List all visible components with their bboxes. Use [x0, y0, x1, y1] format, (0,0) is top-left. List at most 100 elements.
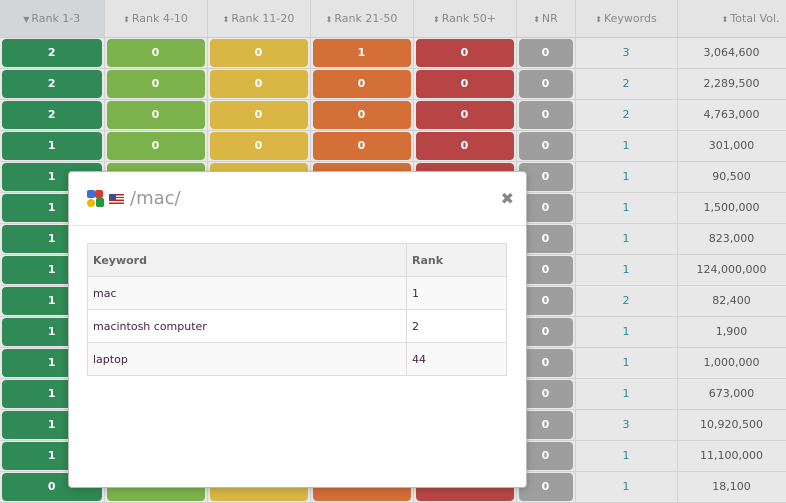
keywords-count[interactable]: 1 [575, 440, 678, 472]
keywords-count[interactable]: 3 [575, 37, 678, 69]
total-volume: 4,763,000 [677, 99, 786, 131]
nr-count[interactable]: 0 [518, 38, 573, 67]
keywords-count[interactable]: 1 [575, 378, 678, 410]
r1-count[interactable]: 2 [2, 100, 102, 129]
r21-count[interactable]: 0 [312, 131, 411, 160]
column-label: Rank 4-10 [131, 11, 188, 25]
r11-count[interactable]: 0 [209, 100, 308, 129]
table-row: laptop 44 [87, 342, 507, 376]
keyword-header[interactable]: Keyword [87, 243, 407, 277]
total-volume: 11,100,000 [677, 440, 786, 472]
r4-count[interactable]: 0 [106, 100, 205, 129]
keywords-count[interactable]: 1 [575, 347, 678, 379]
rank-cell: 0 [516, 130, 576, 162]
column-label: Rank 1-3 [31, 11, 81, 25]
nr-count[interactable]: 0 [518, 100, 573, 129]
r4-count[interactable]: 0 [106, 131, 205, 160]
sort-icon: ⬍ [123, 14, 130, 24]
keywords-count[interactable]: 1 [575, 223, 678, 255]
r1-count[interactable]: 2 [2, 69, 102, 98]
r50-count[interactable]: 0 [415, 100, 514, 129]
r11-count[interactable]: 0 [209, 38, 308, 67]
r50-count[interactable]: 0 [415, 69, 514, 98]
modal-header: /mac/ ✖ [69, 172, 526, 226]
rank-header[interactable]: Rank [406, 243, 507, 277]
rank-cell: 2 [0, 37, 105, 69]
keywords-count[interactable]: 1 [575, 161, 678, 193]
column-label: NR [541, 11, 558, 25]
keywords-count[interactable]: 1 [575, 471, 678, 503]
r50-count[interactable]: 0 [415, 131, 514, 160]
total-volume: 124,000,000 [677, 254, 786, 286]
rank-cell: 44 [406, 342, 507, 376]
total-volume: 2,289,500 [677, 68, 786, 100]
sort-icon: ⬍ [325, 14, 333, 24]
r4-count[interactable]: 0 [106, 38, 205, 67]
r1-count[interactable]: 1 [2, 131, 102, 160]
column-header[interactable]: ⬍ NR [516, 0, 576, 38]
column-header[interactable]: ⬍ Keywords [575, 0, 678, 38]
sort-icon: ⬍ [433, 14, 440, 24]
us-flag-icon [109, 193, 124, 204]
total-volume: 1,500,000 [677, 192, 786, 224]
column-header[interactable]: ▼ Rank 1-3 [0, 0, 105, 38]
r11-count[interactable]: 0 [209, 69, 308, 98]
sort-icon: ⬍ [222, 14, 230, 24]
rank-cell: 0 [104, 68, 208, 100]
google-icon [87, 190, 104, 207]
r11-count[interactable]: 0 [209, 131, 308, 160]
nr-count[interactable]: 0 [518, 69, 573, 98]
keyword-cell: mac [87, 276, 407, 310]
keywords-count[interactable]: 2 [575, 68, 678, 100]
keywords-count[interactable]: 1 [575, 254, 678, 286]
rank-cell: 0 [310, 68, 414, 100]
column-header[interactable]: ⬍ Rank 11-20 [207, 0, 311, 38]
rank-cell: 0 [516, 37, 576, 69]
table-row: macintosh computer 2 [87, 309, 507, 343]
keyword-cell: macintosh computer [87, 309, 407, 343]
rank-cell: 1 [0, 130, 105, 162]
r50-count[interactable]: 0 [415, 38, 514, 67]
column-label: Total Vol. [730, 11, 780, 25]
keywords-count[interactable]: 3 [575, 409, 678, 441]
rank-cell: 0 [310, 99, 414, 131]
rank-cell: 0 [207, 130, 311, 162]
r21-count[interactable]: 1 [312, 38, 411, 67]
column-label: Keywords [603, 11, 657, 25]
nr-count[interactable]: 0 [518, 131, 573, 160]
keyword-table: Keyword Rank mac 1 macintosh computer 2 la… [87, 243, 507, 376]
rank-cell: 0 [413, 130, 517, 162]
column-label: Rank 50+ [441, 11, 496, 25]
column-header[interactable]: ⬍ Total Vol. [677, 0, 786, 38]
rank-cell: 0 [516, 99, 576, 131]
table-row: mac 1 [87, 276, 507, 310]
r21-count[interactable]: 0 [312, 69, 411, 98]
table-row: 2 0 0 1 0 0 3 3,064,600 [0, 37, 786, 69]
sort-icon: ⬍ [721, 14, 729, 24]
keywords-count[interactable]: 1 [575, 192, 678, 224]
total-volume: 673,000 [677, 378, 786, 410]
rank-cell: 0 [516, 68, 576, 100]
rank-cell: 0 [207, 99, 311, 131]
keywords-count[interactable]: 2 [575, 285, 678, 317]
keywords-count[interactable]: 1 [575, 130, 678, 162]
r4-count[interactable]: 0 [106, 69, 205, 98]
r1-count[interactable]: 2 [2, 38, 102, 67]
column-label: Rank 21-50 [334, 11, 398, 25]
r21-count[interactable]: 0 [312, 100, 411, 129]
rank-cell: 2 [0, 68, 105, 100]
close-icon[interactable]: ✖ [501, 189, 514, 208]
keywords-count[interactable]: 1 [575, 316, 678, 348]
column-header[interactable]: ⬍ Rank 4-10 [104, 0, 208, 38]
total-volume: 1,000,000 [677, 347, 786, 379]
keywords-count[interactable]: 2 [575, 99, 678, 131]
column-label: Rank 11-20 [231, 11, 295, 25]
total-volume: 1,900 [677, 316, 786, 348]
column-header[interactable]: ⬍ Rank 50+ [413, 0, 517, 38]
total-volume: 301,000 [677, 130, 786, 162]
total-volume: 10,920,500 [677, 409, 786, 441]
keyword-modal: /mac/ ✖ Keyword Rank mac 1 macintosh comp… [68, 171, 527, 488]
column-header[interactable]: ⬍ Rank 21-50 [310, 0, 414, 38]
rank-cell: 0 [104, 130, 208, 162]
total-volume: 90,500 [677, 161, 786, 193]
